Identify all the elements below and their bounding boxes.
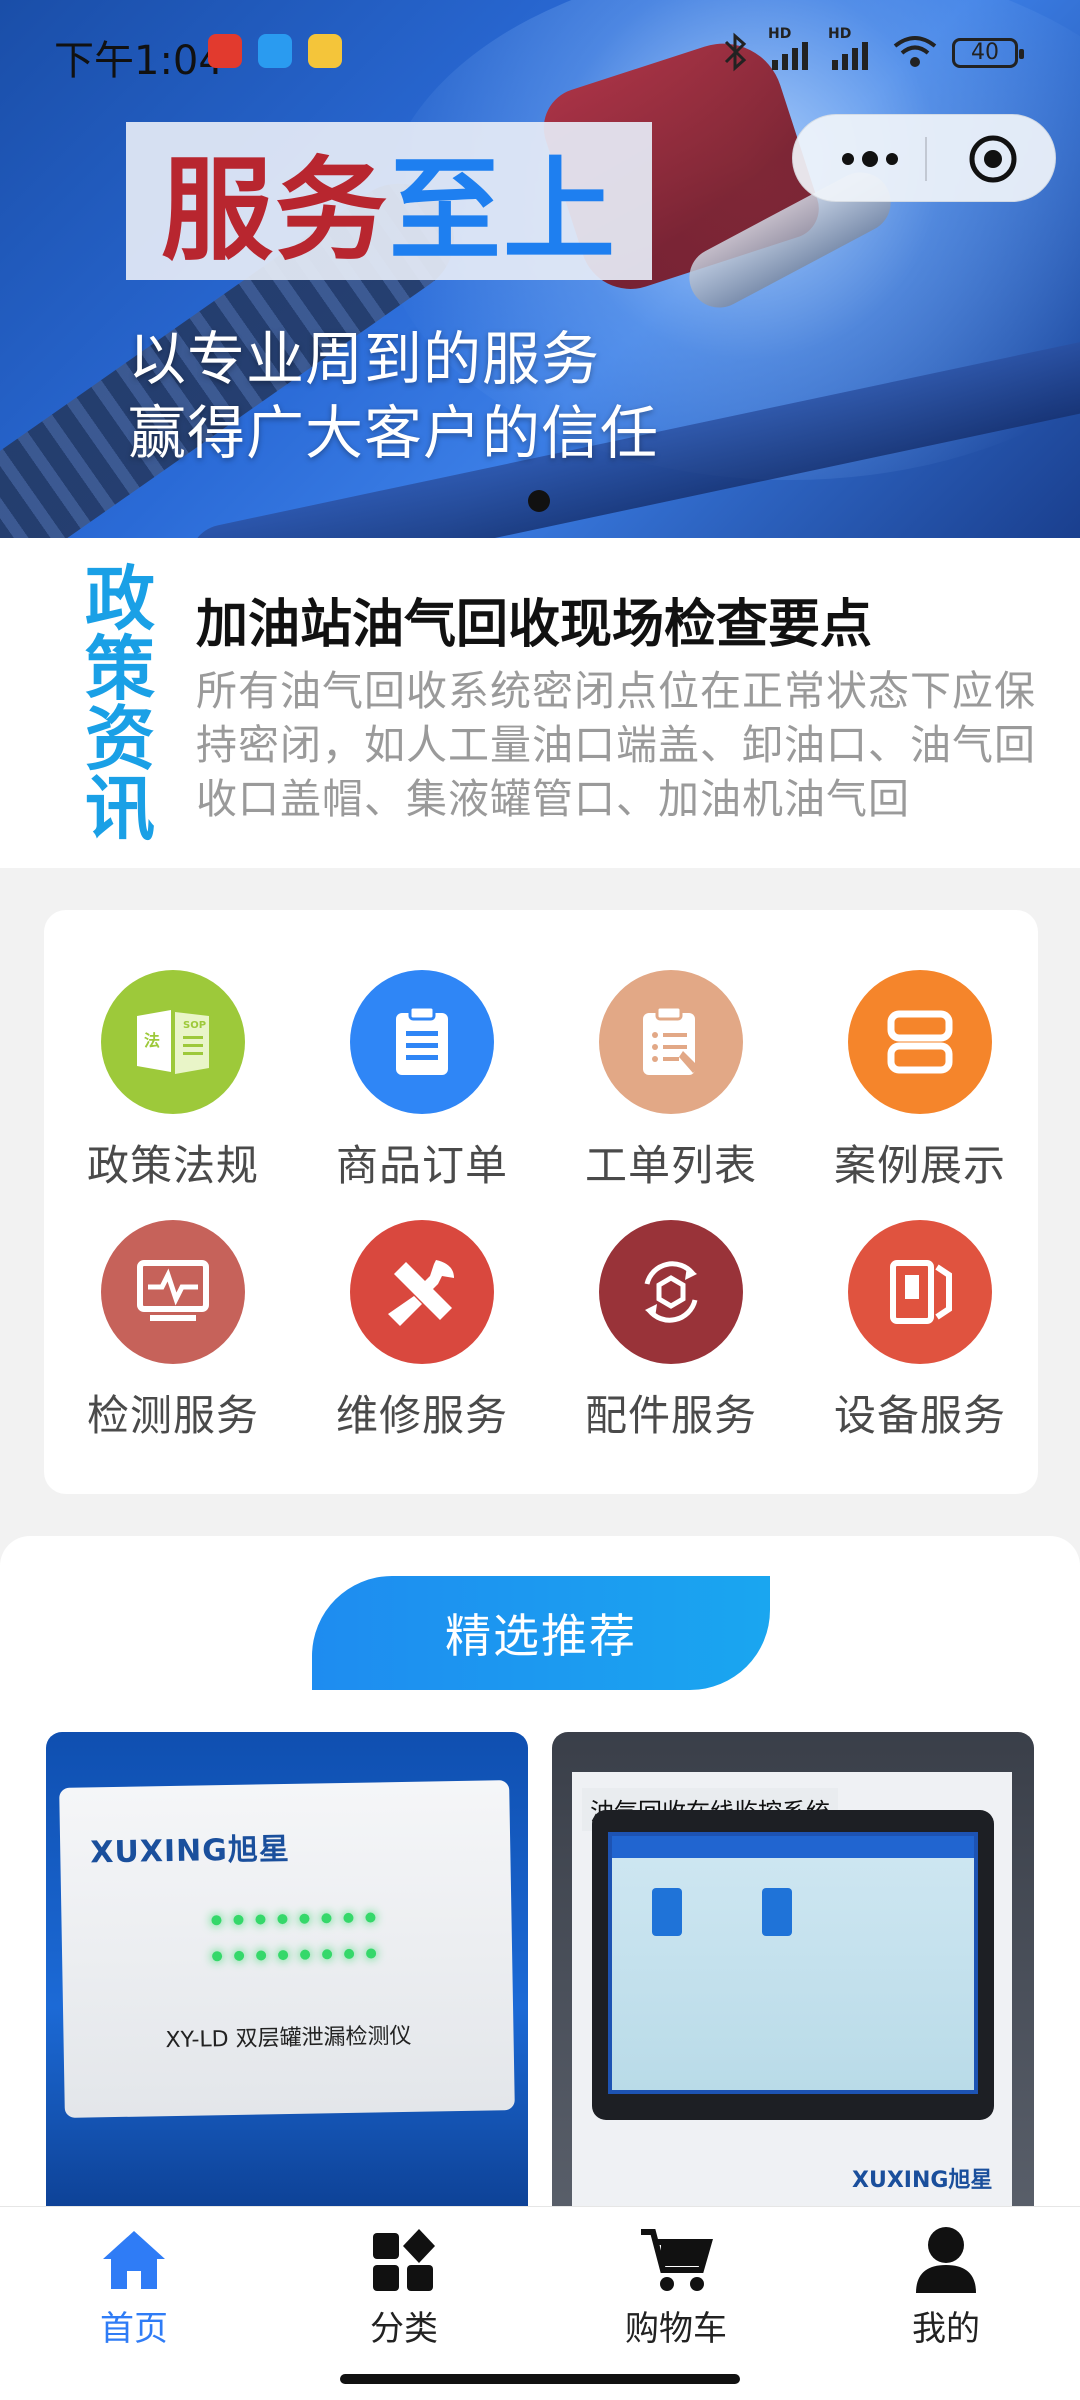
service-label: 检测服务	[86, 1391, 259, 1440]
service-case-showcase[interactable]: 案例展示	[800, 970, 1040, 1200]
product-card-leak-detector[interactable]: XUXING旭星 XY-LD 双层罐泄漏检测仪	[46, 1732, 528, 2232]
capsule-divider	[925, 137, 927, 181]
service-label: 工单列表	[584, 1141, 757, 1190]
news-title[interactable]: 加油站油气回收现场检查要点	[196, 582, 872, 657]
bluetooth-icon	[724, 32, 747, 72]
user-icon	[916, 2227, 976, 2293]
home-indicator[interactable]	[340, 2374, 740, 2384]
close-miniprogram-button[interactable]	[953, 115, 1033, 203]
tab-home[interactable]: 首页	[34, 2225, 234, 2350]
news-tag: 政策资讯	[85, 558, 155, 850]
service-policy-regulations[interactable]: 法 SOP 政策法规	[53, 970, 293, 1200]
banner-slogan-line2: 赢得广大客户的信任	[128, 399, 660, 467]
tab-label: 我的	[912, 2309, 980, 2349]
banner-title-red: 服务	[161, 146, 389, 276]
battery-indicator: 40	[952, 38, 1024, 68]
signal-icon-2	[832, 42, 868, 70]
tab-label: 购物车	[625, 2309, 727, 2349]
video-app-icon	[308, 34, 342, 68]
cloud-app-icon	[258, 34, 292, 68]
service-label: 配件服务	[584, 1391, 757, 1440]
monitor-screen	[592, 1810, 994, 2120]
service-product-orders[interactable]: 商品订单	[302, 970, 542, 1200]
parts-cycle-icon	[599, 1220, 743, 1364]
service-work-orders[interactable]: 工单列表	[551, 970, 791, 1200]
service-label: 维修服务	[335, 1391, 508, 1440]
banner-slogan-line1: 以专业周到的服务	[128, 325, 601, 393]
service-repair[interactable]: 维修服务	[302, 1220, 542, 1450]
fuel-pump-icon	[652, 1888, 682, 1936]
bottom-tab-bar: 首页 分类 购物车 我的	[0, 2206, 1080, 2356]
app-page: 服务至上 以专业周到的服务 赢得广大客户的信任 下午1:04 HD HD 40	[0, 0, 1080, 2400]
monitor-screen-header	[612, 1836, 974, 1858]
led-indicators	[205, 1912, 406, 1987]
cart-icon	[641, 2229, 713, 2291]
service-label: 案例展示	[833, 1141, 1006, 1190]
miniprogram-capsule	[792, 114, 1056, 202]
tab-label: 首页	[100, 2309, 168, 2349]
policy-news-section[interactable]: 政策资讯 加油站油气回收现场检查要点 所有油气回收系统密闭点位在正常状态下应保持…	[0, 538, 1080, 868]
monitor-pulse-icon	[101, 1220, 245, 1364]
more-options-button[interactable]	[817, 115, 923, 203]
service-detection[interactable]: 检测服务	[53, 1220, 293, 1450]
recommend-title: 精选推荐	[312, 1576, 770, 1690]
tools-icon	[350, 1220, 494, 1364]
service-parts[interactable]: 配件服务	[551, 1220, 791, 1450]
svg-text:法: 法	[144, 1031, 160, 1050]
checklist-icon	[599, 970, 743, 1114]
status-time: 下午1:04	[54, 38, 224, 84]
wifi-icon	[893, 36, 937, 67]
tab-label: 分类	[370, 2309, 438, 2349]
news-excerpt: 所有油气回收系统密闭点位在正常状态下应保持密闭，如人工量油口端盖、卸油口、油气回…	[196, 667, 1036, 823]
case-icon	[848, 970, 992, 1114]
service-equipment[interactable]: 设备服务	[800, 1220, 1040, 1450]
banner-title-box: 服务 至上	[126, 122, 652, 280]
service-label: 商品订单	[335, 1141, 508, 1190]
product-brand-label: XUXING旭星	[89, 1831, 291, 1871]
product-card-monitor-system[interactable]: 油气回收在线监控系统 XUXING旭星	[552, 1732, 1034, 2232]
svg-text:SOP: SOP	[183, 1020, 206, 1031]
product-image-leak-detector: XUXING旭星 XY-LD 双层罐泄漏检测仪	[59, 1780, 515, 2118]
target-circle-icon	[969, 135, 1017, 183]
carousel-indicator-dot[interactable]	[528, 490, 550, 512]
status-bar: 下午1:04 HD HD 40	[0, 0, 1080, 100]
service-grid: 法 SOP 政策法规 商品订单 工单列表 案例展示 检测服务 维修服务 配件服务…	[44, 910, 1038, 1494]
monitor-screen-content	[608, 1832, 978, 2094]
policy-sop-icon: 法 SOP	[101, 970, 245, 1114]
tab-profile[interactable]: 我的	[846, 2225, 1046, 2350]
category-icon	[373, 2229, 435, 2291]
more-dots-icon	[842, 151, 898, 167]
service-label: 政策法规	[86, 1141, 259, 1190]
fuel-pump-icon	[762, 1888, 792, 1936]
clipboard-icon	[350, 970, 494, 1114]
tab-cart[interactable]: 购物车	[576, 2225, 776, 2350]
service-label: 设备服务	[833, 1391, 1006, 1440]
banner-title-blue: 至上	[389, 146, 617, 276]
music-app-icon	[208, 34, 242, 68]
product-brand-label: XUXING旭星	[852, 2168, 993, 2193]
tab-category[interactable]: 分类	[304, 2225, 504, 2350]
signal-icon-1	[772, 42, 808, 70]
home-icon	[103, 2231, 165, 2289]
device-icon	[848, 1220, 992, 1364]
product-model-label: XY-LD 双层罐泄漏检测仪	[165, 2023, 412, 2054]
